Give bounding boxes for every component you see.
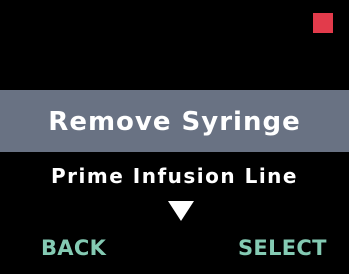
- alarm-indicator-icon: [313, 13, 333, 33]
- back-button[interactable]: BACK: [41, 233, 106, 263]
- menu-item-next[interactable]: Prime Infusion Line: [0, 160, 349, 192]
- scroll-down-icon: [168, 201, 194, 221]
- menu-item-selected[interactable]: Remove Syringe: [0, 90, 349, 152]
- device-screen: Remove Syringe Prime Infusion Line BACK …: [0, 0, 349, 274]
- select-button[interactable]: SELECT: [238, 233, 327, 263]
